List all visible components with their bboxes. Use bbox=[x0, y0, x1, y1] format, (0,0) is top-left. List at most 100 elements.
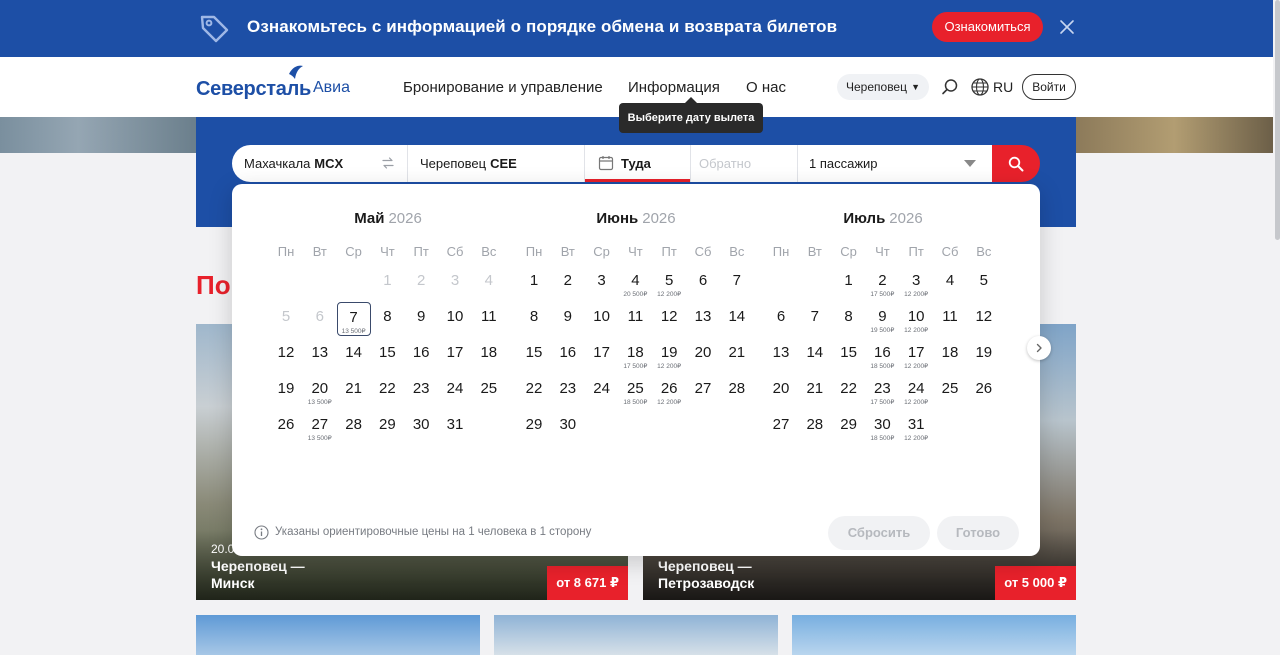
calendar-day[interactable]: 8 bbox=[832, 302, 866, 336]
calendar-day[interactable]: 2 17 500₽ bbox=[865, 266, 899, 300]
calendar-day[interactable]: 11 bbox=[618, 302, 652, 336]
calendar-day[interactable]: 25 bbox=[472, 374, 506, 408]
calendar-day[interactable]: 21 bbox=[720, 338, 754, 372]
calendar-day[interactable]: 20 bbox=[764, 374, 798, 408]
calendar-day[interactable]: 29 bbox=[832, 410, 866, 444]
calendar-day[interactable]: 13 bbox=[686, 302, 720, 336]
route-card[interactable] bbox=[196, 615, 480, 655]
reset-button[interactable]: Сбросить bbox=[828, 516, 930, 550]
nav-information[interactable]: Информация bbox=[628, 79, 720, 96]
route-card[interactable] bbox=[494, 615, 778, 655]
calendar-day[interactable]: 26 bbox=[967, 374, 1001, 408]
calendar-day[interactable]: 6 bbox=[686, 266, 720, 300]
calendar-day[interactable]: 7 bbox=[720, 266, 754, 300]
calendar-day[interactable]: 27 bbox=[686, 374, 720, 408]
calendar-day[interactable]: 24 bbox=[438, 374, 472, 408]
calendar-day[interactable]: 13 bbox=[303, 338, 337, 372]
return-date-field[interactable]: Обратно bbox=[699, 145, 751, 182]
swap-icon[interactable] bbox=[381, 156, 395, 170]
calendar-day[interactable]: 20 bbox=[686, 338, 720, 372]
calendar-day[interactable]: 14 bbox=[337, 338, 371, 372]
calendar-day[interactable]: 30 18 500₽ bbox=[865, 410, 899, 444]
calendar-day-selected[interactable]: 7 13 500₽ bbox=[336, 302, 371, 336]
calendar-day[interactable]: 16 18 500₽ bbox=[865, 338, 899, 372]
calendar-day[interactable]: 29 bbox=[370, 410, 404, 444]
calendar-day[interactable]: 10 12 200₽ bbox=[899, 302, 933, 336]
promo-details-button[interactable]: Ознакомиться bbox=[932, 12, 1043, 42]
calendar-day[interactable]: 9 bbox=[551, 302, 585, 336]
calendar-day[interactable]: 31 12 200₽ bbox=[899, 410, 933, 444]
origin-field[interactable]: Махачкала MCX bbox=[244, 145, 343, 182]
calendar-day[interactable]: 5 12 200₽ bbox=[652, 266, 686, 300]
calendar-day[interactable]: 21 bbox=[337, 374, 371, 408]
calendar-day[interactable]: 31 bbox=[438, 410, 472, 444]
calendar-day[interactable]: 28 bbox=[720, 374, 754, 408]
city-select[interactable]: Череповец ▼ bbox=[837, 74, 929, 100]
calendar-day[interactable]: 11 bbox=[933, 302, 967, 336]
route-card[interactable] bbox=[792, 615, 1076, 655]
login-button[interactable]: Войти bbox=[1022, 74, 1076, 100]
calendar-day[interactable]: 27 13 500₽ bbox=[303, 410, 337, 444]
calendar-day[interactable]: 25 bbox=[933, 374, 967, 408]
carousel-next-button[interactable] bbox=[1027, 336, 1051, 360]
calendar-day[interactable]: 28 bbox=[798, 410, 832, 444]
calendar-day[interactable]: 7 bbox=[798, 302, 832, 336]
calendar-day[interactable]: 26 12 200₽ bbox=[652, 374, 686, 408]
calendar-day[interactable]: 1 bbox=[517, 266, 551, 300]
calendar-day[interactable]: 19 bbox=[967, 338, 1001, 372]
depart-date-field[interactable]: Туда bbox=[621, 145, 651, 182]
calendar-day[interactable]: 2 bbox=[551, 266, 585, 300]
calendar-day[interactable]: 3 12 200₽ bbox=[899, 266, 933, 300]
calendar-day[interactable]: 23 17 500₽ bbox=[865, 374, 899, 408]
calendar-day[interactable]: 6 bbox=[764, 302, 798, 336]
calendar-day[interactable]: 20 13 500₽ bbox=[303, 374, 337, 408]
nav-about[interactable]: О нас bbox=[746, 79, 786, 96]
calendar-day[interactable]: 22 bbox=[370, 374, 404, 408]
calendar-day[interactable]: 10 bbox=[585, 302, 619, 336]
calendar-day[interactable]: 30 bbox=[404, 410, 438, 444]
calendar-day[interactable]: 18 bbox=[472, 338, 506, 372]
calendar-day[interactable]: 18 17 500₽ bbox=[618, 338, 652, 372]
calendar-day[interactable]: 24 bbox=[585, 374, 619, 408]
calendar-day[interactable]: 9 19 500₽ bbox=[865, 302, 899, 336]
calendar-day[interactable]: 1 bbox=[832, 266, 866, 300]
calendar-day[interactable]: 17 bbox=[438, 338, 472, 372]
calendar-day[interactable]: 12 bbox=[967, 302, 1001, 336]
calendar-day[interactable]: 23 bbox=[404, 374, 438, 408]
calendar-day[interactable]: 12 bbox=[652, 302, 686, 336]
calendar-day[interactable]: 30 bbox=[551, 410, 585, 444]
calendar-day[interactable]: 16 bbox=[404, 338, 438, 372]
calendar-day[interactable]: 4 20 500₽ bbox=[618, 266, 652, 300]
calendar-day[interactable]: 4 bbox=[933, 266, 967, 300]
calendar-day[interactable]: 19 bbox=[269, 374, 303, 408]
calendar-day[interactable]: 25 18 500₽ bbox=[618, 374, 652, 408]
calendar-day[interactable]: 14 bbox=[798, 338, 832, 372]
calendar-day[interactable]: 17 12 200₽ bbox=[899, 338, 933, 372]
passengers-select[interactable]: 1 пассажир bbox=[809, 145, 878, 182]
close-icon[interactable] bbox=[1058, 18, 1076, 36]
calendar-day[interactable]: 24 12 200₽ bbox=[899, 374, 933, 408]
calendar-day[interactable]: 3 bbox=[585, 266, 619, 300]
calendar-day[interactable]: 23 bbox=[551, 374, 585, 408]
search-flights-button[interactable] bbox=[992, 145, 1040, 182]
calendar-day[interactable]: 12 bbox=[269, 338, 303, 372]
language-switch[interactable]: RU bbox=[993, 79, 1013, 95]
destination-field[interactable]: Череповец CEE bbox=[420, 145, 517, 182]
calendar-day[interactable]: 15 bbox=[832, 338, 866, 372]
calendar-day[interactable]: 17 bbox=[585, 338, 619, 372]
calendar-day[interactable]: 8 bbox=[517, 302, 551, 336]
calendar-day[interactable]: 22 bbox=[517, 374, 551, 408]
globe-icon[interactable] bbox=[970, 77, 990, 97]
calendar-day[interactable]: 26 bbox=[269, 410, 303, 444]
calendar-day[interactable]: 27 bbox=[764, 410, 798, 444]
calendar-day[interactable]: 10 bbox=[438, 302, 472, 336]
calendar-day[interactable]: 19 12 200₽ bbox=[652, 338, 686, 372]
calendar-day[interactable]: 15 bbox=[517, 338, 551, 372]
calendar-day[interactable]: 5 bbox=[967, 266, 1001, 300]
calendar-day[interactable]: 9 bbox=[404, 302, 438, 336]
calendar-day[interactable]: 16 bbox=[551, 338, 585, 372]
calendar-day[interactable]: 21 bbox=[798, 374, 832, 408]
calendar-day[interactable]: 8 bbox=[370, 302, 404, 336]
done-button[interactable]: Готово bbox=[937, 516, 1019, 550]
calendar-day[interactable]: 15 bbox=[370, 338, 404, 372]
